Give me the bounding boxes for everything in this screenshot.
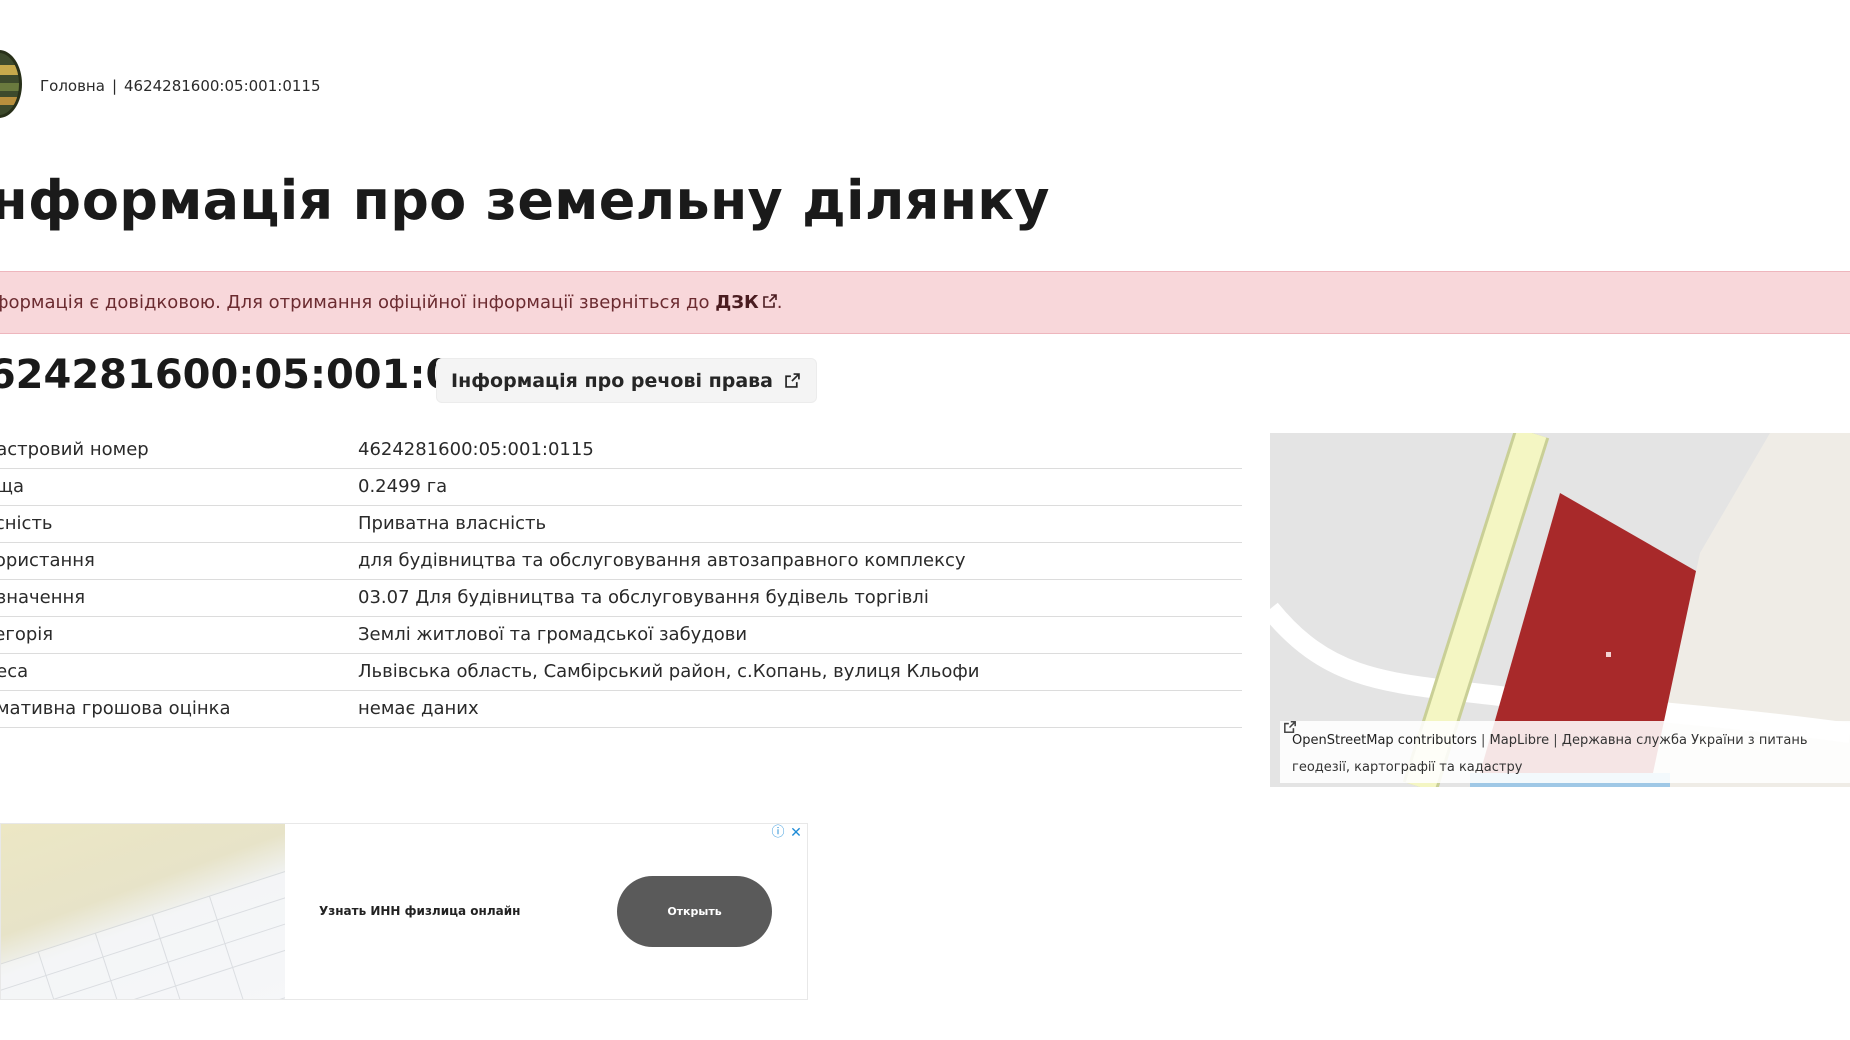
notice-text-wrapper: Інформація є довідковою. Для отримання о… xyxy=(0,292,782,313)
external-link-icon xyxy=(1284,721,1296,733)
breadcrumb: Головна | 4624281600:05:001:0115 xyxy=(40,77,321,95)
ad-image[interactable] xyxy=(1,824,285,999)
breadcrumb-separator: | xyxy=(111,77,117,95)
external-link-icon xyxy=(785,373,800,388)
parcel-center-marker xyxy=(1606,652,1611,657)
info-row-cadastral-number: Кадастровий номер 4624281600:05:001:0115 xyxy=(0,432,1242,469)
dzk-link-label: ДЗК xyxy=(715,292,759,313)
property-rights-button[interactable]: Інформація про речові права xyxy=(436,358,817,403)
osm-attribution-link[interactable]: OpenStreetMap contributors xyxy=(1292,733,1477,748)
page-title: Інформація про земельну ділянку xyxy=(0,169,1050,232)
attribution-separator: | xyxy=(1480,733,1486,748)
parcel-info-table: Кадастровий номер 4624281600:05:001:0115… xyxy=(0,432,1242,728)
external-link-icon xyxy=(762,294,777,308)
info-row-ownership: Власність Приватна власність xyxy=(0,506,1242,543)
notice-text: Інформація є довідковою. Для отримання о… xyxy=(0,292,710,313)
page: Головна | 4624281600:05:001:0115 Інформаці… xyxy=(0,0,1850,1040)
info-label: Категорія xyxy=(0,624,54,645)
info-row-address: Адреса Львівська область, Самбірський ра… xyxy=(0,654,1242,691)
info-label: Нормативна грошова оцінка xyxy=(0,698,231,719)
maplibre-label: MapLibre xyxy=(1489,733,1550,748)
site-logo[interactable] xyxy=(0,50,22,118)
notice-banner: Інформація є довідковою. Для отримання о… xyxy=(0,271,1850,334)
ad-image-graphic xyxy=(1,864,285,999)
map-attribution: OpenStreetMap contributors | MapLibre | … xyxy=(1280,721,1850,783)
breadcrumb-home-link[interactable]: Головна xyxy=(40,77,105,95)
info-label: Використання xyxy=(0,550,95,571)
info-label: Призначення xyxy=(0,587,86,608)
info-value: Землі житлової та громадської забудови xyxy=(358,624,748,645)
info-row-usage: Використання для будівництва та обслугов… xyxy=(0,543,1242,580)
info-row-area: Площа 0.2499 га xyxy=(0,469,1242,506)
info-row-valuation: Нормативна грошова оцінка немає даних xyxy=(0,691,1242,728)
info-label: Власність xyxy=(0,513,53,534)
close-icon[interactable]: ✕ xyxy=(789,826,803,840)
info-label: Площа xyxy=(0,476,25,497)
info-value: для будівництва та обслуговування автоза… xyxy=(358,550,966,571)
breadcrumb-current: 4624281600:05:001:0115 xyxy=(124,77,321,95)
ad-headline[interactable]: Узнать ИНН физлица онлайн xyxy=(319,904,520,918)
info-row-category: Категорія Землі житлової та громадської … xyxy=(0,617,1242,654)
info-value: немає даних xyxy=(358,698,479,719)
info-row-purpose: Призначення 03.07 Для будівництва та обс… xyxy=(0,580,1242,617)
info-value: 03.07 Для будівництва та обслуговування … xyxy=(358,587,929,608)
info-value: Приватна власність xyxy=(358,513,547,534)
attribution-separator: | xyxy=(1553,733,1558,748)
info-icon[interactable]: ⓘ xyxy=(771,826,785,840)
parcel-map[interactable]: OpenStreetMap contributors | MapLibre | … xyxy=(1270,433,1850,787)
info-value: Львівська область, Самбірський район, с.… xyxy=(358,661,980,682)
ad-open-button[interactable]: Открыть xyxy=(617,876,772,947)
maplibre-link[interactable]: MapLibre xyxy=(1284,721,1550,748)
dzk-link[interactable]: ДЗК xyxy=(715,292,777,313)
notice-suffix: . xyxy=(776,292,783,313)
info-label: Кадастровий номер xyxy=(0,439,149,460)
property-rights-label: Інформація про речові права xyxy=(451,369,773,392)
info-value: 4624281600:05:001:0115 xyxy=(358,439,594,460)
info-value: 0.2499 га xyxy=(358,476,448,497)
ad-banner[interactable]: Узнать ИНН физлица онлайн Открыть ⓘ ✕ xyxy=(0,823,808,1000)
info-label: Адреса xyxy=(0,661,29,682)
